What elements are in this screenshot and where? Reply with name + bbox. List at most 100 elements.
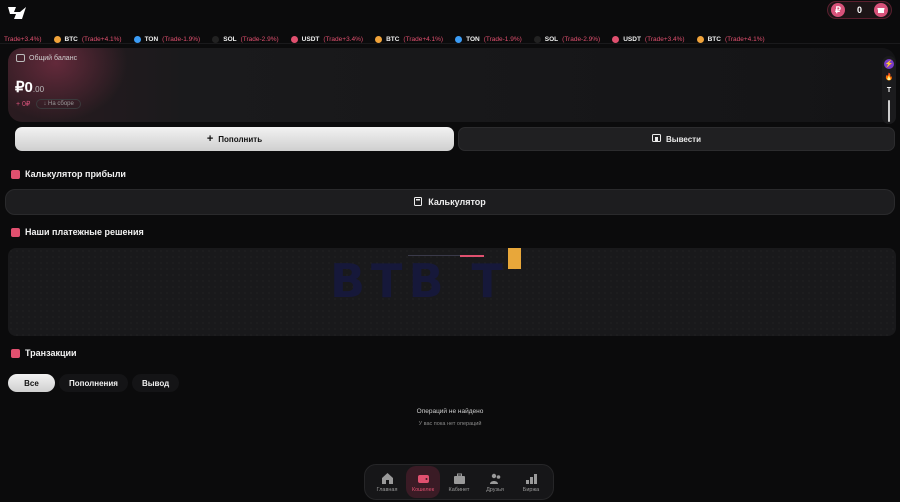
withdraw-button[interactable]: Вывести [458,127,895,151]
calculator-label: Калькулятор [428,197,486,207]
nav-home[interactable]: Главная [370,466,404,498]
nav-wallet[interactable]: Кошелек [406,466,440,498]
withdraw-icon [651,134,661,144]
ticker-symbol: SOL [544,36,559,43]
balance-card: Общий баланс ₽0.00 + 0₽ ↓ На сборе [8,48,896,122]
wallet-nav-icon [417,474,429,483]
coin-icon [53,36,61,43]
gift-icon[interactable] [874,3,888,17]
ticker-change: (Trade-2.9%) [562,36,601,43]
ticker-item: SOL (Trade-2.9%) [533,36,601,43]
ticker-change: (Trade-1.9%) [483,36,522,43]
ticker-change: (Trade+4.1%) [724,36,765,43]
transactions-section-icon [11,348,20,358]
briefcase-icon [453,473,465,484]
tab-all[interactable]: Все [8,374,55,392]
ticker-symbol: TON [466,36,480,43]
ticker-change: (Trade-2.9%) [240,36,279,43]
nav-home-label: Главная [376,486,398,493]
ticker-item: BTC (Trade+4.1%) [375,36,443,43]
ticker-item: Trade+3.4%) [4,36,42,43]
balance-label-text: Общий баланс [29,54,78,62]
ticker-item: TON (Trade-1.9%) [455,36,522,43]
nav-friends-label: Друзья [486,486,504,493]
balance-integer: 0 [24,79,33,96]
ticker-change: (Trade-1.9%) [162,36,201,43]
chart-bars-icon [525,473,537,484]
payment-provider-logo: BTB T [330,254,509,308]
transaction-filter-tabs: Все Пополнения Вывод [8,374,180,392]
coin-icon [612,36,620,43]
coin-icon [290,36,298,43]
header-balance-value: 0 [856,5,862,15]
payment-solutions-banner[interactable]: BTB T [8,248,896,336]
home-icon [381,472,393,484]
nav-cabinet-label: Кабинет [448,486,470,493]
plus-icon: + [206,133,214,145]
payments-title-text: Наши платежные решения [25,227,144,237]
ticker-change: (Trade+3.4%) [644,36,685,43]
transactions-title-text: Транзакции [25,348,77,358]
banner-accent-line [460,255,484,257]
ticker-item: BTC (Trade+4.1%) [53,36,122,43]
nav-cabinet[interactable]: Кабинет [442,466,476,498]
coin-icon [133,36,141,43]
balance-currency: ₽ [15,79,25,96]
ticker-item: TON (Trade-1.9%) [133,36,201,43]
nav-exchange-label: Биржа [522,486,540,493]
payments-section-title: Наши платежные решения [11,227,144,237]
nav-wallet-label: Кошелек [411,486,435,493]
empty-state-title: Операций не найдено [416,408,484,415]
collecting-chip[interactable]: ↓ На сборе [36,99,81,109]
app-logo[interactable] [6,4,28,22]
ticker-change: (Trade+4.1%) [81,36,122,43]
ticker-item: USDT (Trade+3.4%) [290,36,364,43]
header-balance-pill[interactable]: ₽ 0 [826,1,892,19]
fire-icon[interactable]: 🔥 [884,72,894,82]
transactions-section-title: Транзакции [11,348,77,358]
nav-friends[interactable]: Друзья [478,466,512,498]
ruble-coin-icon: ₽ [830,3,845,17]
ticker-item: BTC (Trade+4.1%) [696,36,765,43]
ticker-symbol: USDT [623,36,641,43]
nav-exchange[interactable]: Биржа [514,466,548,498]
ticker-symbol: SOL [223,36,237,43]
calculator-icon [414,196,423,208]
ticker-symbol: BTC [386,36,400,43]
balance-label: Общий баланс [16,54,77,62]
ticker-item: SOL (Trade-2.9%) [212,36,279,43]
calculator-section-title: Калькулятор прибыли [11,169,126,179]
wallet-icon [16,54,25,62]
coin-icon [212,36,220,43]
tab-withdrawals[interactable]: Вывод [131,374,180,392]
coin-icon [533,36,541,43]
top-bar [0,0,900,26]
ticker-symbol: USDT [301,36,320,43]
banner-orange-block [508,248,521,269]
calculator-title-text: Калькулятор прибыли [25,169,126,179]
calculator-section-icon [11,169,20,179]
ticker-change: Trade+3.4%) [4,36,42,43]
coin-icon [375,36,383,43]
text-icon[interactable]: T [884,85,894,95]
deposit-label: Пополнить [218,134,263,144]
calculator-button[interactable]: Калькулятор [5,189,895,215]
ticker-symbol: BTC [707,36,721,43]
withdraw-label: Вывести [665,134,702,144]
ticker-symbol: BTC [64,36,78,43]
deposit-button[interactable]: + Пополнить [15,127,454,151]
balance-cents: .00 [32,85,45,94]
side-rail: ⚡ 🔥 T [882,56,896,124]
scroll-indicator[interactable] [888,100,890,122]
friends-icon [489,473,500,484]
balance-details: + 0₽ ↓ На сборе [16,99,81,109]
balance-plus: + 0₽ [16,101,31,108]
ticker-item: USDT (Trade+3.4%) [612,36,685,43]
lightning-icon[interactable]: ⚡ [884,59,894,69]
coin-icon [455,36,463,43]
ticker-change: (Trade+3.4%) [323,36,364,43]
tab-deposits[interactable]: Пополнения [59,374,128,392]
empty-state-subtitle: У вас пока нет операций [418,421,482,427]
bottom-navigation: Главная Кошелек Кабинет Друзья Биржа [364,464,554,500]
coin-icon [696,36,704,43]
